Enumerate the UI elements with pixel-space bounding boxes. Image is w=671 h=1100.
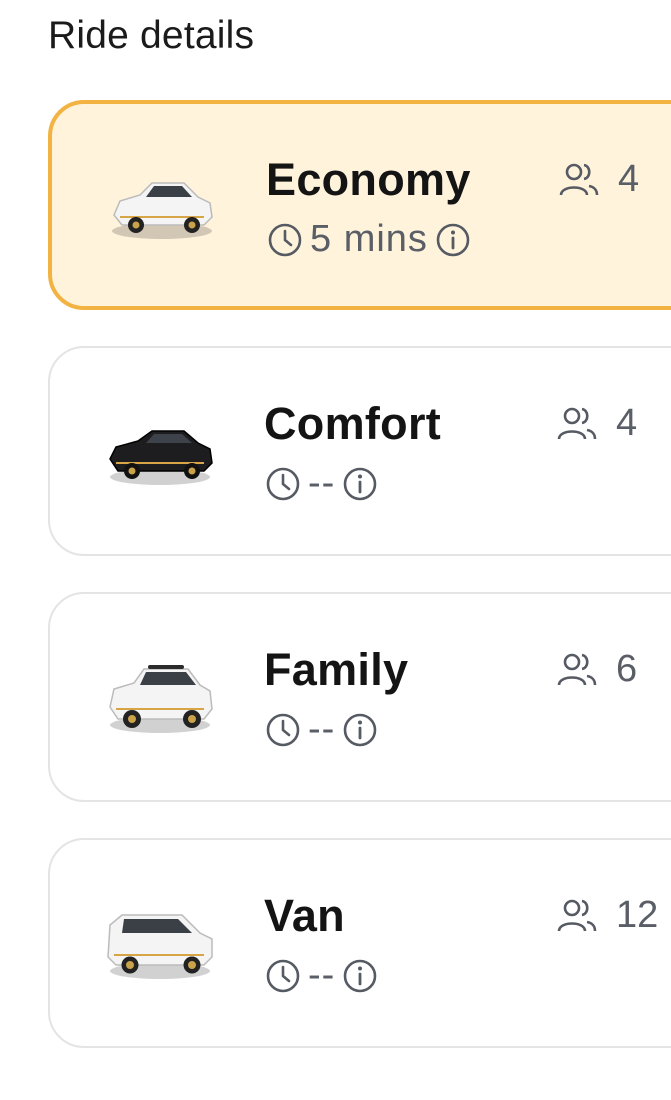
ride-details-page: Ride details Economy 5 mins 4 Comfort --…: [0, 0, 671, 1100]
ride-name: Van: [264, 890, 345, 941]
passengers-icon: [557, 407, 597, 439]
ride-name: Economy: [266, 154, 471, 205]
passengers-icon: [559, 163, 599, 195]
ride-seats: 4: [616, 402, 638, 444]
passengers-icon: [557, 899, 597, 931]
van-icon: [107, 914, 213, 979]
clock-icon: [266, 713, 300, 746]
section-title: Ride details: [48, 14, 255, 57]
ride-seats: 12: [616, 894, 659, 936]
ride-name: Comfort: [264, 398, 442, 449]
clock-icon: [268, 223, 302, 256]
ride-option-comfort[interactable]: Comfort -- 4: [48, 346, 671, 556]
ride-eta: --: [308, 462, 336, 504]
info-icon[interactable]: [341, 465, 379, 503]
ride-eta: 5 mins: [310, 218, 428, 260]
info-icon[interactable]: [341, 957, 379, 995]
passengers-icon: [557, 653, 597, 685]
car-icon: [109, 430, 213, 485]
clock-icon: [266, 467, 300, 500]
ride-name: Family: [264, 644, 409, 695]
ride-option-economy[interactable]: Economy 5 mins 4: [48, 100, 671, 310]
info-icon[interactable]: [434, 221, 472, 259]
suv-icon: [109, 665, 213, 733]
ride-option-van[interactable]: Van -- 12: [48, 838, 671, 1048]
ride-eta: --: [308, 954, 336, 996]
ride-option-family[interactable]: Family -- 6: [48, 592, 671, 802]
info-icon[interactable]: [341, 711, 379, 749]
car-icon: [112, 182, 213, 239]
ride-seats: 4: [618, 158, 640, 200]
clock-icon: [266, 959, 300, 992]
ride-seats: 6: [616, 648, 638, 690]
ride-eta: --: [308, 708, 336, 750]
